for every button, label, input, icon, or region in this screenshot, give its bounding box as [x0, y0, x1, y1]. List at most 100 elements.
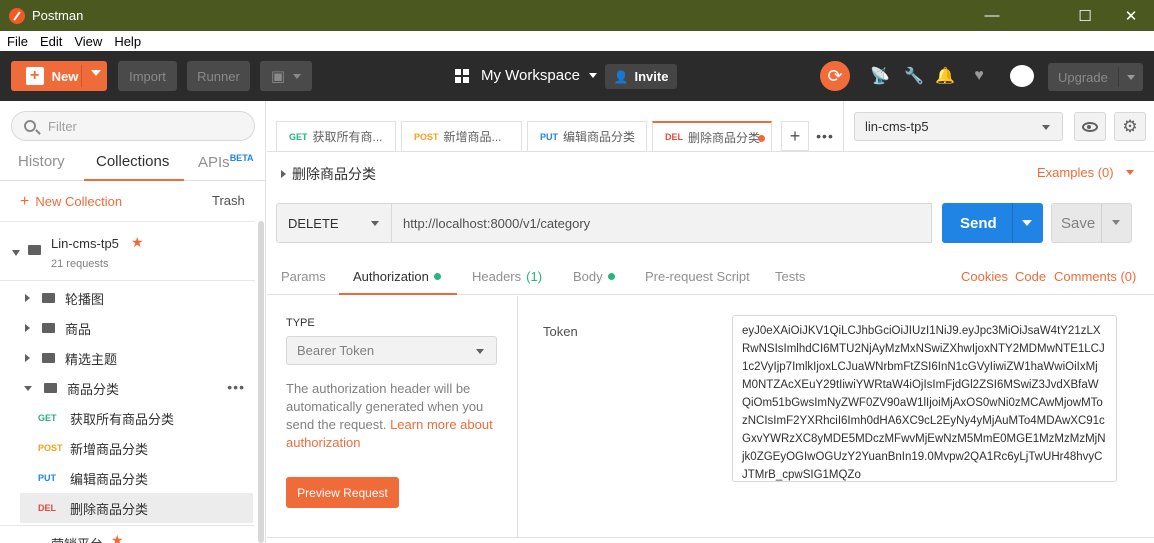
manage-environments-button[interactable]: ⚙	[1114, 112, 1146, 141]
tab-prerequest-script[interactable]: Pre-request Script	[645, 269, 750, 284]
folder-item[interactable]: 轮播图	[20, 283, 253, 313]
collection-item[interactable]: Lin-cms-tp5 ★ 21 requests	[0, 221, 255, 281]
filter-placeholder: Filter	[48, 118, 77, 134]
invite-label: Invite	[634, 69, 669, 84]
cloud-icon[interactable]	[1010, 65, 1034, 87]
cookies-link[interactable]: Cookies	[961, 269, 1008, 284]
collection-item[interactable]: 营销平台 ★	[0, 525, 255, 543]
close-button[interactable]: ✕	[1108, 0, 1154, 31]
more-icon[interactable]: •••	[227, 379, 245, 395]
environment-quick-look-button[interactable]	[1074, 112, 1106, 141]
chevron-down-icon	[588, 73, 597, 78]
trash-link[interactable]: Trash	[212, 193, 245, 208]
wrench-icon[interactable]: 🔧	[904, 66, 924, 86]
sync-icon[interactable]: ⟳	[820, 61, 850, 91]
folder-item[interactable]: 商品	[20, 313, 253, 343]
code-link[interactable]: Code	[1015, 269, 1046, 284]
authorization-panel: TYPE Bearer Token The authorization head…	[267, 296, 1154, 543]
auth-description: The authorization header will be automat…	[286, 381, 493, 450]
request-name[interactable]: 删除商品分类	[281, 164, 376, 184]
comments-link[interactable]: Comments (0)	[1054, 269, 1136, 284]
folder-icon	[44, 383, 57, 393]
add-tab-button[interactable]: +	[781, 121, 809, 151]
folder-item[interactable]: 精选主题	[20, 343, 253, 373]
runner-button[interactable]: Runner	[187, 61, 250, 91]
new-dropdown-icon[interactable]	[91, 70, 101, 76]
request-item[interactable]: DEL 删除商品分类	[20, 493, 253, 523]
examples-dropdown[interactable]: Examples (0)	[1037, 165, 1134, 180]
method-select[interactable]: DELETE	[276, 203, 392, 243]
new-window-icon: ▣	[270, 68, 286, 85]
send-button[interactable]: Send	[942, 203, 1043, 243]
star-icon[interactable]: ★	[111, 532, 124, 543]
menu-bar: File Edit View Help	[0, 31, 1154, 51]
request-item[interactable]: POST 新增商品分类	[20, 433, 253, 463]
filter-input[interactable]: Filter	[11, 111, 255, 141]
tab-tests[interactable]: Tests	[775, 269, 805, 284]
request-tab[interactable]: PUT 编辑商品分类	[527, 121, 647, 151]
method-badge: POST	[38, 443, 63, 453]
workspace-selector[interactable]: My Workspace	[455, 67, 597, 84]
tab-params[interactable]: Params	[281, 269, 326, 284]
window-title: Postman	[32, 8, 84, 23]
chevron-right-icon	[25, 324, 30, 332]
maximize-button[interactable]: ☐	[1062, 0, 1108, 31]
save-button[interactable]: Save	[1051, 203, 1132, 243]
request-tab[interactable]: POST 新增商品...	[401, 121, 522, 151]
minimize-button[interactable]: —	[969, 0, 1015, 31]
toolbar: + New Import Runner ▣ My Workspace 👤 Inv…	[0, 51, 1154, 101]
tab-headers[interactable]: Headers (1)	[472, 269, 542, 284]
url-input[interactable]: http://localhost:8000/v1/category	[392, 203, 932, 243]
environment-select[interactable]: lin-cms-tp5	[854, 112, 1063, 141]
menu-file[interactable]: File	[7, 34, 28, 49]
chevron-down-icon	[476, 349, 484, 354]
interceptor-icon[interactable]: 📡	[870, 66, 890, 86]
menu-help[interactable]: Help	[114, 34, 141, 49]
upgrade-button[interactable]: Upgrade	[1048, 63, 1143, 91]
request-tab-active[interactable]: DEL 删除商品分类	[652, 121, 772, 151]
new-window-button[interactable]: ▣	[260, 61, 312, 91]
save-dropdown-icon[interactable]	[1112, 220, 1120, 225]
main-panel: GET 获取所有商... POST 新增商品... PUT 编辑商品分类 DEL 删除商…	[267, 101, 1154, 543]
star-icon[interactable]: ★	[131, 234, 144, 251]
chevron-down-icon	[1125, 170, 1134, 175]
new-collection-button[interactable]: + New Collection	[20, 193, 122, 211]
new-button[interactable]: + New	[11, 61, 107, 91]
token-input[interactable]: eyJ0eXAiOiJKV1QiLCJhbGciOiJIUzI1NiJ9.eyJ…	[732, 315, 1117, 482]
import-button[interactable]: Import	[118, 61, 177, 91]
tab-collections[interactable]: Collections	[96, 153, 169, 170]
sidebar: Filter History Collections APIsBETA + New…	[0, 101, 266, 543]
folder-item[interactable]: 商品分类 •••	[20, 373, 253, 403]
menu-view[interactable]: View	[74, 34, 102, 49]
heart-icon[interactable]: ♥	[969, 66, 989, 86]
method-badge: DEL	[38, 503, 56, 513]
tab-authorization[interactable]: Authorization	[353, 269, 441, 284]
sidebar-tabs: History Collections APIsBETA	[0, 145, 266, 181]
title-bar: Postman — ☐ ✕	[0, 0, 1154, 31]
tab-apis[interactable]: APIsBETA	[198, 153, 254, 171]
send-dropdown-icon[interactable]	[1022, 220, 1032, 226]
tab-history[interactable]: History	[18, 153, 65, 170]
plus-icon: +	[25, 67, 44, 85]
folder-icon	[42, 323, 55, 333]
menu-edit[interactable]: Edit	[40, 34, 62, 49]
request-subtabs: Params Authorization Headers (1) Body Pre…	[267, 261, 1154, 295]
invite-button[interactable]: 👤 Invite	[605, 64, 677, 89]
plus-icon: +	[20, 193, 30, 210]
preview-request-button[interactable]: Preview Request	[286, 477, 399, 508]
request-item[interactable]: GET 获取所有商品分类	[20, 403, 253, 433]
method-badge: PUT	[38, 473, 56, 483]
more-icon[interactable]: •••	[811, 121, 839, 151]
add-user-icon: 👤	[613, 69, 629, 84]
sidebar-scrollbar[interactable]	[258, 221, 264, 543]
method-badge: GET	[38, 413, 57, 423]
tab-body[interactable]: Body	[573, 269, 615, 284]
new-button-label: New	[51, 68, 79, 84]
chevron-right-icon	[281, 170, 286, 178]
request-tab[interactable]: GET 获取所有商...	[276, 121, 396, 151]
folder-icon	[42, 353, 55, 363]
workspace-label: My Workspace	[481, 67, 580, 84]
auth-type-select[interactable]: Bearer Token	[286, 336, 497, 365]
request-item[interactable]: PUT 编辑商品分类	[20, 463, 253, 493]
bell-icon[interactable]: 🔔	[935, 66, 955, 86]
